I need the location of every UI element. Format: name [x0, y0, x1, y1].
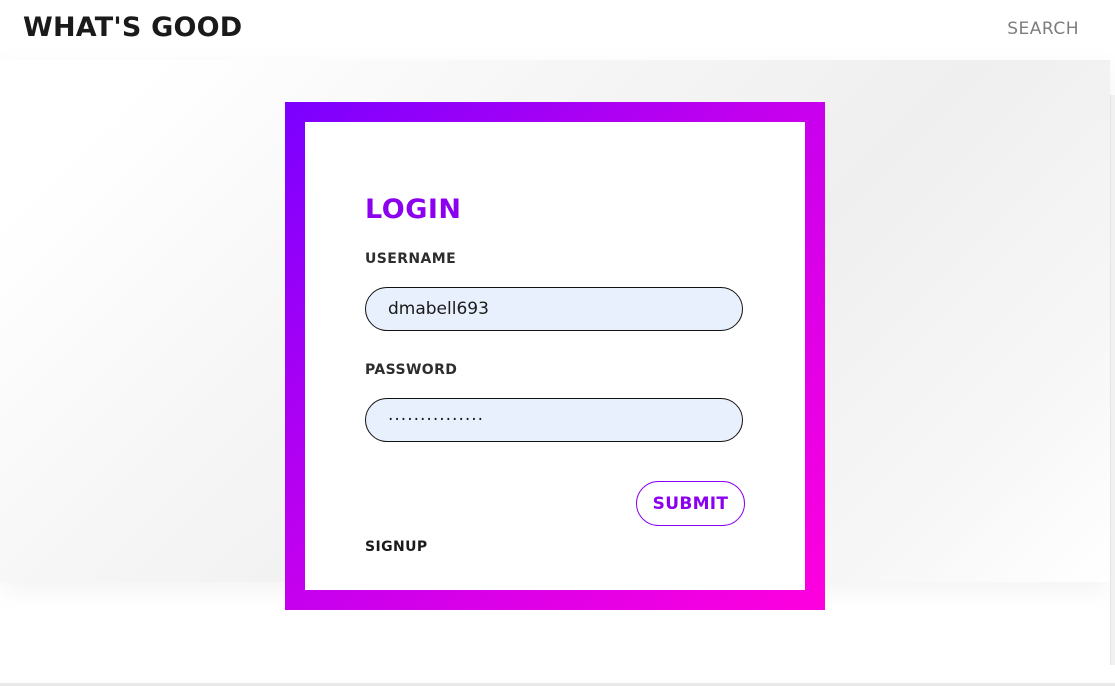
- scrollbar[interactable]: [1110, 95, 1115, 665]
- username-label: USERNAME: [365, 251, 457, 267]
- submit-button[interactable]: SUBMIT: [636, 481, 745, 526]
- brand-logo[interactable]: WHAT'S GOOD: [23, 12, 242, 43]
- password-input[interactable]: ···············: [365, 398, 743, 442]
- username-input[interactable]: dmabell693: [365, 287, 743, 331]
- signup-link[interactable]: SIGNUP: [365, 539, 428, 555]
- top-navbar: WHAT'S GOOD SEARCH: [0, 0, 1115, 60]
- login-title: LOGIN: [365, 194, 462, 225]
- username-value: dmabell693: [388, 299, 489, 319]
- password-value: ···············: [388, 410, 485, 430]
- login-card: LOGIN USERNAME dmabell693 PASSWORD ·····…: [305, 122, 805, 590]
- password-label: PASSWORD: [365, 362, 458, 378]
- login-card-gradient-border: LOGIN USERNAME dmabell693 PASSWORD ·····…: [285, 102, 825, 610]
- search-link[interactable]: SEARCH: [1007, 19, 1079, 39]
